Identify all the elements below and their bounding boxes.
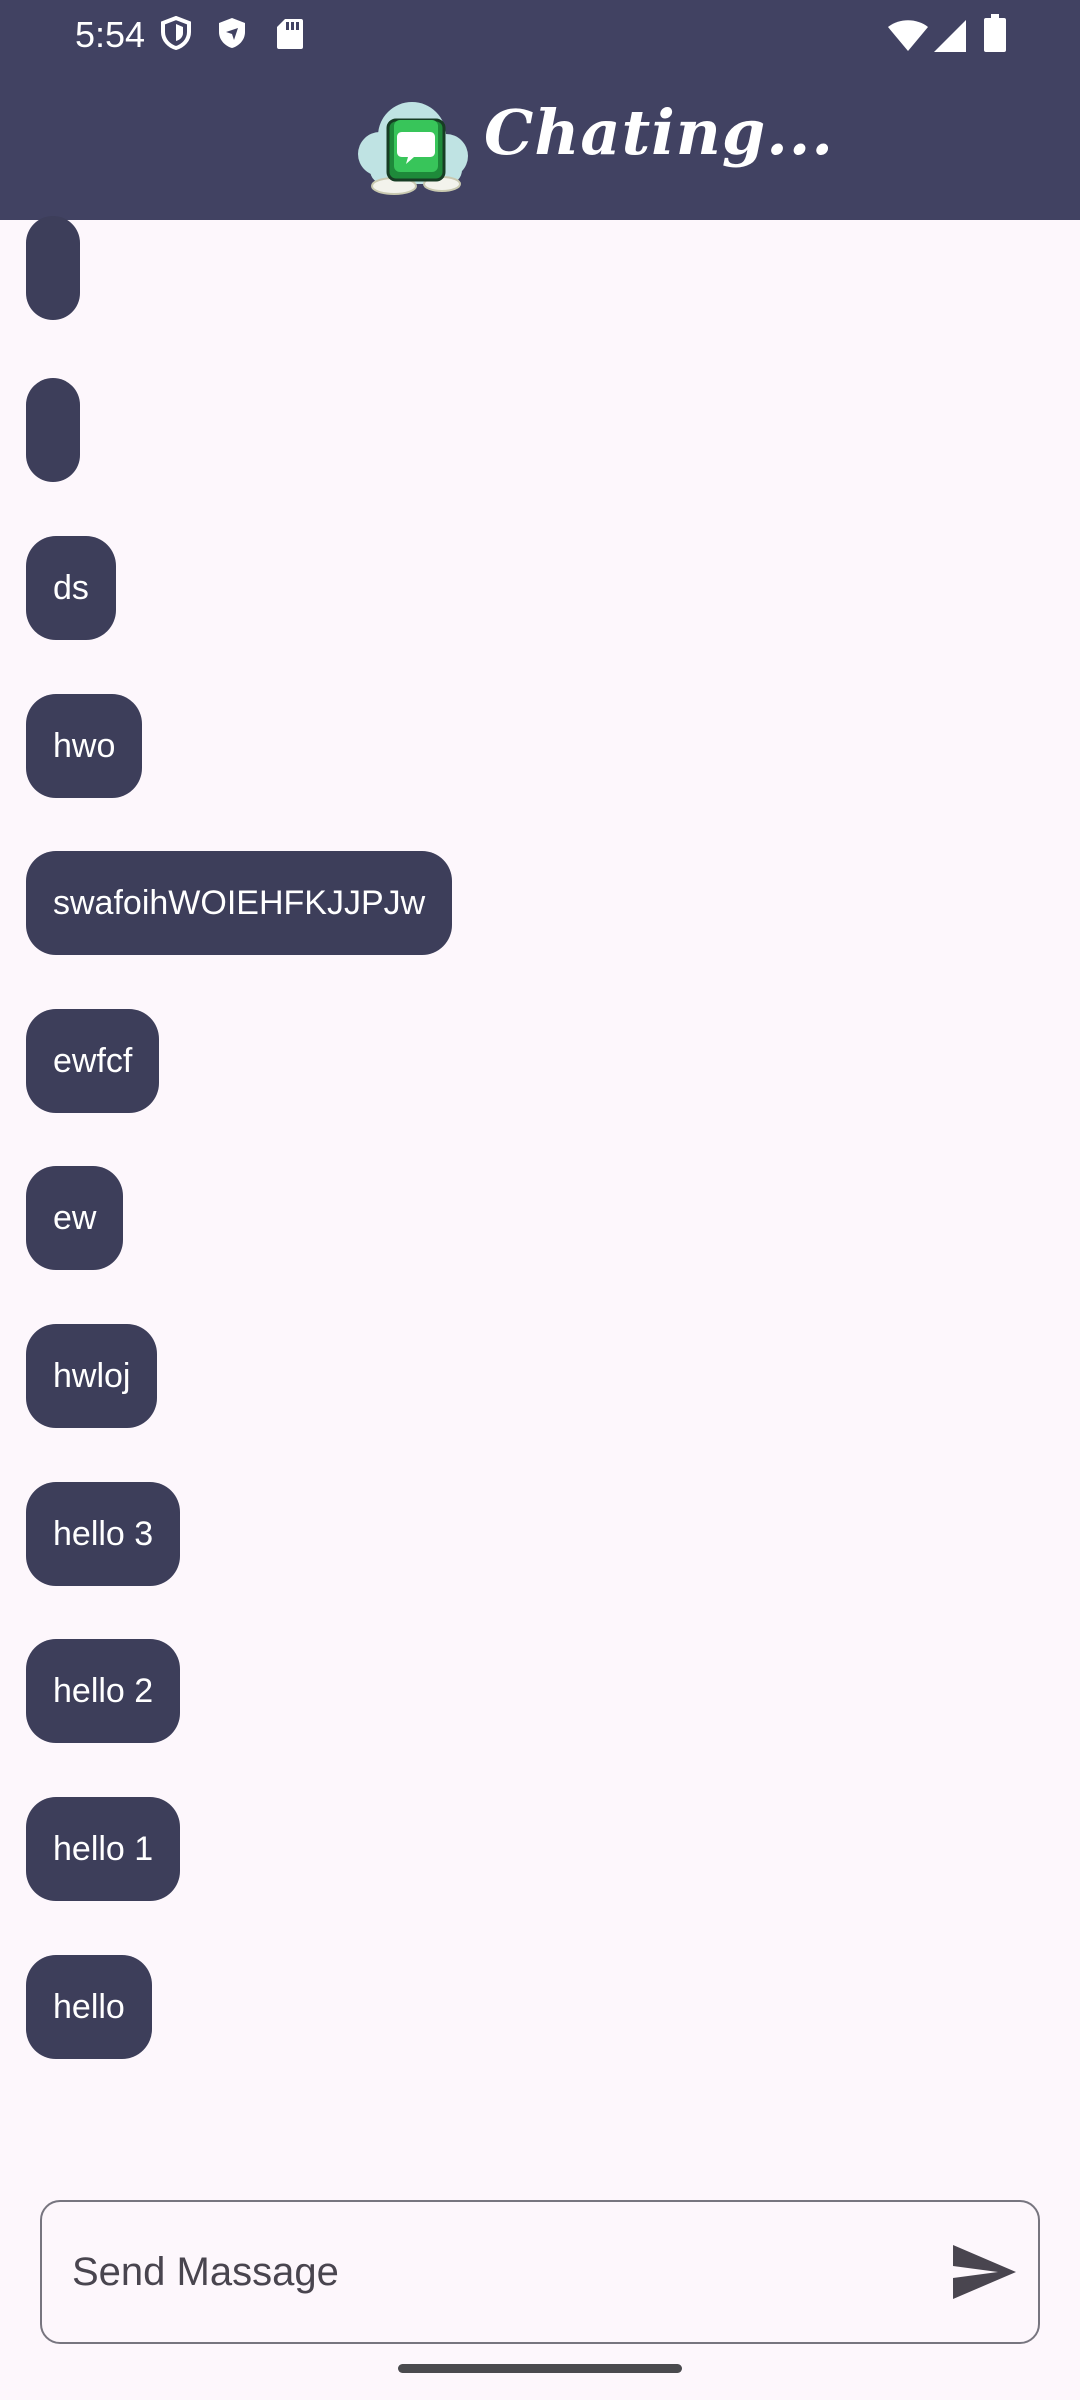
message-bubble: hwo [26, 694, 143, 798]
chat-cloud-logo [358, 102, 468, 195]
battery-icon [984, 14, 1006, 52]
message-bubble: hello 3 [26, 1482, 181, 1586]
wifi-icon [888, 20, 928, 51]
message-bubble: hwloj [26, 1324, 158, 1428]
message-bubble: ewfcf [26, 1009, 160, 1113]
shield-outline-icon [161, 16, 191, 50]
message-bubble: hello 1 [26, 1797, 181, 1901]
send-icon[interactable] [947, 2236, 1019, 2308]
status-time: 5:54 [75, 14, 146, 55]
message-bubble: hello [26, 1955, 152, 2059]
gesture-navigation-bar[interactable] [398, 2364, 682, 2373]
signal-icon [934, 20, 966, 52]
app-title: Chating... [484, 96, 834, 169]
message-bubble: swafoihWOIEHFKJJPJw [26, 851, 453, 955]
message-bubble: hello 2 [26, 1639, 181, 1743]
message-bubble [26, 216, 80, 320]
message-input[interactable] [72, 2202, 932, 2342]
shield-filled-icon [219, 18, 245, 48]
message-bubble: ds [26, 536, 116, 640]
message-composer [40, 2200, 1040, 2344]
message-bubble [26, 378, 80, 482]
sd-card-icon [277, 19, 303, 49]
app-bar: 5:54 Chating... [0, 0, 1080, 220]
message-bubble: ew [26, 1166, 124, 1270]
